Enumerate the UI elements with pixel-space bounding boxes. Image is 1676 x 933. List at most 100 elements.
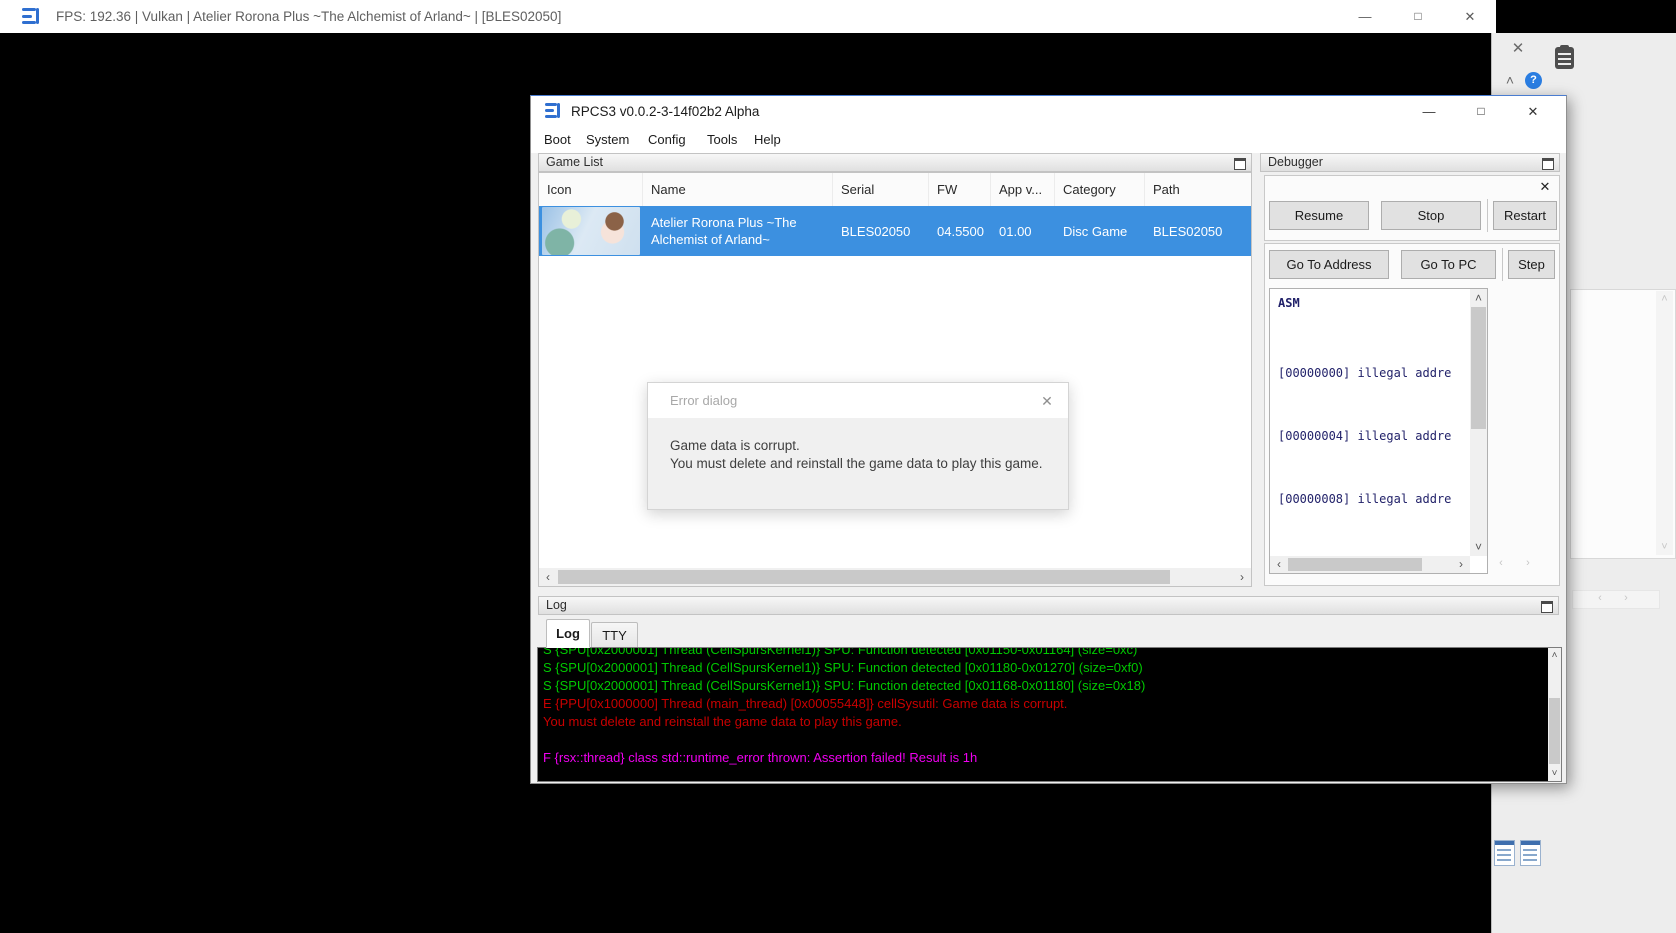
game-list-row-selected[interactable]: Atelier Rorona Plus ~The Alchemist of Ar… bbox=[539, 206, 1251, 256]
rpcs3-window-title: RPCS3 v0.0.2-3-14f02b2 Alpha bbox=[571, 96, 759, 127]
toolbar-separator bbox=[1502, 248, 1503, 281]
game-list-panel-header: Game List bbox=[538, 153, 1252, 172]
menu-tools[interactable]: Tools bbox=[707, 127, 737, 153]
tab-log[interactable]: Log bbox=[546, 619, 590, 648]
log-line: S {SPU[0x2000001] Thread (CellSpursKerne… bbox=[543, 648, 1145, 659]
scroll-down-icon[interactable]: ˅ bbox=[1548, 768, 1561, 779]
goto-address-button[interactable]: Go To Address bbox=[1269, 250, 1389, 279]
debugger-panel-header: Debugger bbox=[1260, 153, 1560, 172]
game-list-horizontal-scrollbar[interactable]: ‹ › bbox=[539, 568, 1251, 586]
asm-vertical-scrollbar[interactable]: ˄ ˅ bbox=[1470, 289, 1487, 556]
goto-pc-button[interactable]: Go To PC bbox=[1401, 250, 1496, 279]
scroll-down-icon[interactable]: ˅ bbox=[1656, 541, 1673, 553]
scroll-right-icon[interactable]: › bbox=[1454, 557, 1468, 571]
menu-config[interactable]: Config bbox=[648, 127, 686, 153]
log-line: F {rsx::thread} class std::runtime_error… bbox=[543, 749, 1145, 767]
column-category[interactable]: Category bbox=[1055, 173, 1145, 206]
scroll-left-icon[interactable]: ‹ bbox=[1272, 557, 1286, 571]
maximize-button[interactable]: □ bbox=[1466, 95, 1496, 128]
log-line bbox=[543, 731, 1145, 749]
close-button[interactable]: ✕ bbox=[1518, 95, 1548, 128]
game-window-title: FPS: 192.36 | Vulkan | Atelier Rorona Pl… bbox=[56, 0, 561, 33]
scroll-left-icon[interactable]: ‹ bbox=[541, 570, 555, 584]
log-line: You must delete and reinstall the game d… bbox=[543, 713, 1145, 731]
scroll-right-icon[interactable]: › bbox=[1521, 557, 1535, 569]
game-list-panel-title: Game List bbox=[546, 154, 603, 171]
maximize-button[interactable]: □ bbox=[1403, 0, 1433, 33]
column-icon[interactable]: Icon bbox=[539, 173, 643, 206]
restart-button[interactable]: Restart bbox=[1493, 201, 1557, 230]
log-lines: S {SPU[0x2000001] Thread (CellSpursKerne… bbox=[543, 648, 1145, 767]
rpcs3-logo-icon bbox=[545, 103, 563, 119]
stop-button[interactable]: Stop bbox=[1381, 201, 1481, 230]
scroll-right-icon[interactable]: › bbox=[1619, 592, 1633, 604]
error-dialog: Error dialog ✕ Game data is corrupt. You… bbox=[647, 382, 1069, 510]
scroll-up-icon[interactable]: ˄ bbox=[1656, 293, 1673, 305]
cell-serial: BLES02050 bbox=[833, 206, 929, 256]
rpcs3-main-window: RPCS3 v0.0.2-3-14f02b2 Alpha — □ ✕ Boot … bbox=[530, 95, 1567, 784]
scroll-right-icon[interactable]: › bbox=[1235, 570, 1249, 584]
float-panel-icon[interactable] bbox=[1234, 158, 1246, 170]
game-list-column-header: Icon Name Serial FW App v... Category Pa… bbox=[539, 173, 1251, 207]
minimize-button[interactable]: — bbox=[1350, 0, 1380, 33]
asm-line: [00000004] illegal addre bbox=[1278, 426, 1468, 447]
float-panel-icon[interactable] bbox=[1541, 601, 1553, 613]
screen: FPS: 192.36 | Vulkan | Atelier Rorona Pl… bbox=[0, 0, 1676, 933]
menu-boot[interactable]: Boot bbox=[544, 127, 571, 153]
help-icon[interactable]: ? bbox=[1525, 72, 1542, 89]
close-icon[interactable]: ✕ bbox=[1038, 392, 1056, 410]
toolbar-separator bbox=[1487, 199, 1488, 232]
scroll-left-icon[interactable]: ‹ bbox=[1494, 557, 1508, 569]
column-name[interactable]: Name bbox=[643, 173, 833, 206]
asm-horizontal-scrollbar[interactable]: ‹ › bbox=[1270, 556, 1470, 573]
column-app-version[interactable]: App v... bbox=[991, 173, 1055, 206]
error-dialog-title: Error dialog bbox=[670, 383, 737, 418]
menu-help[interactable]: Help bbox=[754, 127, 781, 153]
scroll-up-icon[interactable]: ˄ bbox=[1548, 650, 1561, 661]
log-vertical-scrollbar[interactable]: ˄ ˅ bbox=[1548, 648, 1561, 781]
menu-system[interactable]: System bbox=[586, 127, 629, 153]
cell-name: Atelier Rorona Plus ~The Alchemist of Ar… bbox=[643, 206, 833, 256]
resume-button[interactable]: Resume bbox=[1269, 201, 1369, 230]
side-collapse-icon[interactable]: ˄ bbox=[1501, 71, 1519, 89]
log-line: S {SPU[0x2000001] Thread (CellSpursKerne… bbox=[543, 659, 1145, 677]
spreadsheet-icon[interactable] bbox=[1520, 840, 1541, 866]
scrollbar-thumb[interactable] bbox=[1288, 558, 1422, 571]
cell-fw: 04.5500 bbox=[929, 206, 991, 256]
game-list-table: Icon Name Serial FW App v... Category Pa… bbox=[538, 172, 1252, 587]
scroll-up-icon[interactable]: ˄ bbox=[1470, 291, 1487, 305]
column-serial[interactable]: Serial bbox=[833, 173, 929, 206]
error-line-2: You must delete and reinstall the game d… bbox=[670, 455, 1042, 473]
scroll-down-icon[interactable]: ˅ bbox=[1470, 540, 1487, 554]
error-dialog-message: Game data is corrupt. You must delete an… bbox=[670, 437, 1042, 473]
scrollbar-thumb[interactable] bbox=[1471, 307, 1486, 429]
side-vertical-scrollbar[interactable]: ˄ ˅ bbox=[1656, 291, 1673, 555]
tab-tty[interactable]: TTY bbox=[591, 622, 638, 648]
debugger-panel-title: Debugger bbox=[1268, 154, 1323, 171]
cell-category: Disc Game bbox=[1055, 206, 1145, 256]
cell-app-version: 01.00 bbox=[991, 206, 1055, 256]
side-close-icon[interactable]: ✕ bbox=[1508, 39, 1528, 59]
asm-rows: [00000000] illegal addre [00000004] ille… bbox=[1278, 321, 1468, 574]
cell-path: BLES02050 bbox=[1145, 206, 1251, 256]
log-line: S {SPU[0x2000001] Thread (CellSpursKerne… bbox=[543, 677, 1145, 695]
scrollbar-thumb[interactable] bbox=[558, 570, 1170, 584]
menubar: Boot System Config Tools Help bbox=[531, 127, 1566, 153]
error-dialog-titlebar: Error dialog ✕ bbox=[648, 383, 1068, 418]
asm-line: [00000008] illegal addre bbox=[1278, 489, 1468, 510]
step-button[interactable]: Step bbox=[1508, 250, 1555, 279]
debugger-close-icon[interactable]: ✕ bbox=[1537, 179, 1553, 195]
column-fw[interactable]: FW bbox=[929, 173, 991, 206]
game-window-titlebar: FPS: 192.36 | Vulkan | Atelier Rorona Pl… bbox=[0, 0, 1496, 33]
column-path[interactable]: Path bbox=[1145, 173, 1251, 206]
scrollbar-thumb[interactable] bbox=[1549, 698, 1560, 764]
spreadsheet-icon[interactable] bbox=[1494, 840, 1515, 866]
log-output[interactable]: S {SPU[0x2000001] Thread (CellSpursKerne… bbox=[538, 648, 1549, 781]
close-button[interactable]: ✕ bbox=[1455, 0, 1485, 33]
minimize-button[interactable]: — bbox=[1414, 95, 1444, 128]
float-panel-icon[interactable] bbox=[1542, 158, 1554, 170]
clipboard-icon[interactable] bbox=[1555, 47, 1574, 69]
side-horizontal-scrollbar[interactable]: ‹ › bbox=[1572, 590, 1660, 609]
asm-listing[interactable]: ASM [00000000] illegal addre [00000004] … bbox=[1269, 288, 1488, 574]
scroll-left-icon[interactable]: ‹ bbox=[1593, 592, 1607, 604]
